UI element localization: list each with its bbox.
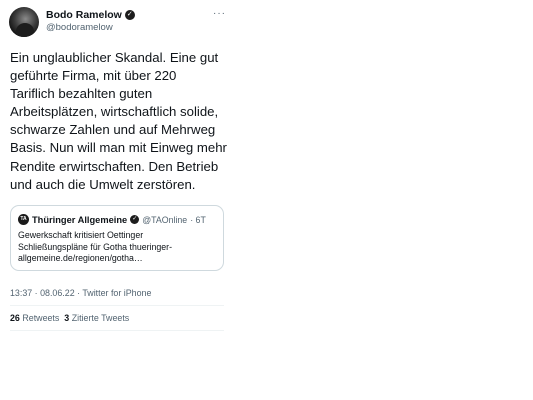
quoted-account-handle: @TAOnline — [142, 214, 188, 225]
divider — [10, 305, 224, 306]
quoted-text-line: Gewerkschaft kritisiert Oettinger — [18, 230, 144, 240]
quote-tweets-count: 3 — [64, 313, 70, 323]
quoted-text-line: allgemeine.de/regionen/gotha… — [18, 253, 143, 264]
quote-tweets-link[interactable]: 3 Zitierte Tweets — [64, 313, 129, 323]
verified-badge-icon: ✓ — [130, 215, 140, 224]
action-bar-cropped — [10, 339, 160, 345]
author-name[interactable]: Bodo Ramelow — [46, 9, 122, 21]
tweet-text-line: Tariflich bezahlten guten — [10, 86, 153, 102]
retweets-label: Retweets — [22, 313, 60, 323]
tweet-timestamp[interactable]: 13:37 · 08.06.22 · Twitter for iPhone — [10, 288, 151, 298]
tweet-text-line: Basis. Nun will man mit Einweg mehr — [10, 140, 227, 156]
tweet-text-line: Rendite erwirtschaften. Den Betrieb — [10, 158, 219, 174]
quoted-tweet-card[interactable]: TA Thüringer Allgemeine ✓ @TAOnline · 6T… — [10, 205, 224, 271]
verified-badge-icon: ✓ — [124, 10, 135, 20]
author-handle[interactable]: @bodoramelow — [46, 22, 113, 33]
avatar[interactable] — [9, 7, 39, 37]
tweet-card[interactable]: Bodo Ramelow ✓ @bodoramelow ··· Ein ungl… — [0, 0, 236, 345]
quoted-tweet-text: Gewerkschaft kritisiert Oettinger Schlie… — [18, 230, 222, 265]
quoted-text-line: Schließungspläne für Gotha thueringer- — [18, 241, 173, 252]
divider — [10, 330, 224, 331]
tweet-text-line: Ein unglaublicher Skandal. Eine gut — [10, 50, 219, 65]
quoted-account-logo: TA — [18, 214, 29, 225]
tweet-text-line: schwarze Zahlen und auf Mehrweg — [10, 122, 216, 138]
tweet-text: Ein unglaublicher Skandal. Eine gut gefü… — [10, 49, 234, 194]
tweet-text-line: geführte Firma, mit über 220 — [10, 68, 177, 84]
more-options-icon[interactable]: ··· — [213, 8, 226, 19]
quoted-tweet-header: TA Thüringer Allgemeine ✓ @TAOnline · 6T — [18, 214, 206, 225]
quoted-account-name: Thüringer Allgemeine — [32, 214, 128, 225]
author-row: Bodo Ramelow ✓ — [46, 9, 135, 21]
retweets-count: 26 — [10, 313, 20, 323]
engagement-stats: 26 Retweets 3 Zitierte Tweets — [10, 313, 129, 323]
quoted-tweet-age: · 6T — [190, 214, 206, 225]
quote-tweets-label: Zitierte Tweets — [71, 313, 130, 323]
tweet-text-line: Arbeitsplätzen, wirtschaftlich solide, — [10, 104, 219, 120]
tweet-text-line: und auch die Umwelt zerstören. — [10, 176, 196, 192]
retweets-link[interactable]: 26 Retweets — [10, 313, 59, 323]
